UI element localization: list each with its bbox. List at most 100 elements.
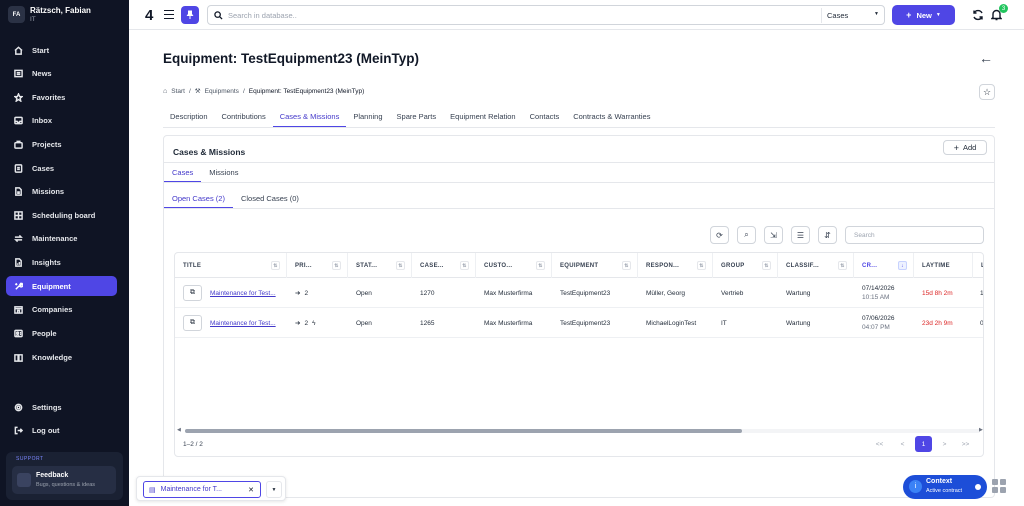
tab-cases-missions[interactable]: Cases & Missions xyxy=(272,108,347,127)
customer-value: Max Musterfirma xyxy=(484,319,533,327)
sidebar-item-people[interactable]: People xyxy=(6,323,117,343)
scroll-left-icon[interactable]: ◀ xyxy=(177,427,181,433)
sort-icon[interactable]: ⇅ xyxy=(396,261,405,270)
search-scope-select[interactable]: Cases ▼ xyxy=(821,8,884,23)
close-icon[interactable]: ✕ xyxy=(248,486,254,494)
column-header-customer[interactable]: CUSTO... ⇅ xyxy=(476,253,552,278)
sidebar-item-label: News xyxy=(32,68,52,78)
breadcrumb-start[interactable]: Start xyxy=(171,88,185,95)
apps-grid-icon[interactable] xyxy=(992,479,1006,493)
tab-open-cases[interactable]: Open Cases (2) xyxy=(164,189,233,208)
app-logo[interactable]: 4 xyxy=(145,7,153,24)
sort-icon[interactable]: ⇅ xyxy=(332,261,341,270)
column-header-laytime[interactable]: LAYTIME xyxy=(914,253,973,278)
new-button[interactable]: + New ▼ xyxy=(892,5,955,25)
grid-refresh-button[interactable]: ⟳ xyxy=(710,226,729,244)
sidebar-item-start[interactable]: Start xyxy=(6,40,117,60)
sidebar-item-scheduling-board[interactable]: Scheduling board xyxy=(6,205,117,225)
sidebar-item-inbox[interactable]: Inbox xyxy=(6,110,117,130)
column-header-title[interactable]: TITLE ⇅ xyxy=(175,253,287,278)
breadcrumb-equipments[interactable]: Equipments xyxy=(205,88,239,95)
column-header-status[interactable]: STAT... ⇅ xyxy=(348,253,412,278)
open-item-chip[interactable]: ▤ Maintenance for T... ✕ xyxy=(143,481,261,498)
column-header-more[interactable]: L xyxy=(973,253,983,278)
pager-page-1[interactable]: 1 xyxy=(915,436,932,452)
search-input[interactable]: Search in database.. xyxy=(228,11,297,20)
sort-icon[interactable]: ⇅ xyxy=(536,261,545,270)
table-row[interactable]: ⧉ Maintenance for Test... ➔ 2 Open 1270 M… xyxy=(175,278,983,308)
grid-columns-button[interactable]: ☰ xyxy=(791,226,810,244)
subtab-missions[interactable]: Missions xyxy=(201,163,246,182)
back-arrow-icon[interactable]: ← xyxy=(979,50,993,66)
wrench-icon: ⚒ xyxy=(194,88,201,95)
sidebar-item-settings[interactable]: Settings xyxy=(6,397,117,417)
tab-contracts-warranties[interactable]: Contracts & Warranties xyxy=(566,108,657,127)
case-title-link[interactable]: Maintenance for Test... xyxy=(210,290,276,297)
column-header-equipment[interactable]: EQUIPMENT ⇅ xyxy=(552,253,638,278)
sidebar-item-knowledge[interactable]: Knowledge xyxy=(6,347,117,367)
notification-badge: 3 xyxy=(999,4,1008,13)
user-profile[interactable]: FA Rätzsch, Fabian IT xyxy=(0,0,129,30)
sort-icon[interactable]: ⇅ xyxy=(622,261,631,270)
table-row[interactable]: ⧉ Maintenance for Test... ➔ 2 ϟ Open 1265 … xyxy=(175,308,983,338)
pager-next[interactable]: > xyxy=(936,436,953,452)
sidebar-item-equipment[interactable]: Equipment xyxy=(6,276,117,296)
tab-spare-parts[interactable]: Spare Parts xyxy=(390,108,444,127)
sort-icon[interactable]: ⇅ xyxy=(460,261,469,270)
sort-icon[interactable]: ⇅ xyxy=(271,261,280,270)
sort-icon[interactable]: ⇅ xyxy=(762,261,771,270)
tab-contributions[interactable]: Contributions xyxy=(215,108,273,127)
scrollbar-thumb[interactable] xyxy=(185,429,742,433)
column-header-group[interactable]: GROUP ⇅ xyxy=(713,253,778,278)
horizontal-scrollbar[interactable] xyxy=(185,429,980,433)
star-icon xyxy=(13,92,23,102)
chevron-down-icon[interactable]: ▼ xyxy=(266,481,282,498)
add-button[interactable]: + Add xyxy=(943,140,987,155)
sidebar-item-maintenance[interactable]: Maintenance xyxy=(6,228,117,248)
sidebar-item-cases[interactable]: Cases xyxy=(6,158,117,178)
grid-search-input[interactable]: Search xyxy=(845,226,984,244)
refresh-icon[interactable] xyxy=(972,9,984,21)
scroll-right-icon[interactable]: ▶ xyxy=(979,427,983,433)
context-button[interactable]: i Context Active contract xyxy=(903,475,987,499)
column-header-responsible[interactable]: RESPON... ⇅ xyxy=(638,253,713,278)
pager-last[interactable]: >> xyxy=(957,436,974,452)
pager-first[interactable]: << xyxy=(871,436,888,452)
sidebar-item-projects[interactable]: Projects xyxy=(6,134,117,154)
column-header-classification[interactable]: CLASSIF... ⇅ xyxy=(778,253,854,278)
arrow-down-icon[interactable]: ↓ xyxy=(898,261,907,270)
menu-icon[interactable] xyxy=(164,10,174,19)
tab-planning[interactable]: Planning xyxy=(346,108,389,127)
column-header-case[interactable]: CASE... ⇅ xyxy=(412,253,476,278)
tab-equipment-relation[interactable]: Equipment Relation xyxy=(443,108,522,127)
sidebar-item-missions[interactable]: Missions xyxy=(6,181,117,201)
grid-settings-button[interactable]: ⇵ xyxy=(818,226,837,244)
laytime-value: 15d 8h 2m xyxy=(922,289,953,297)
case-title-link[interactable]: Maintenance for Test... xyxy=(210,320,276,327)
avatar[interactable]: FA xyxy=(8,6,25,23)
pager-prev[interactable]: < xyxy=(894,436,911,452)
open-external-icon[interactable]: ⧉ xyxy=(183,315,202,331)
pin-button[interactable] xyxy=(181,6,199,24)
column-header-created[interactable]: CR... ↓ xyxy=(854,253,914,278)
open-external-icon[interactable]: ⧉ xyxy=(183,285,202,301)
feedback-button[interactable]: Feedback Bugs, questions & ideas xyxy=(12,466,116,494)
sidebar-item-companies[interactable]: Companies xyxy=(6,299,117,319)
tab-closed-cases[interactable]: Closed Cases (0) xyxy=(233,189,307,208)
sidebar-item-logout[interactable]: Log out xyxy=(6,420,117,440)
grid-search-button[interactable]: ⌕ xyxy=(737,226,756,244)
sidebar-item-news[interactable]: News xyxy=(6,63,117,83)
favorite-button[interactable]: ☆ xyxy=(979,84,995,100)
subtab-cases[interactable]: Cases xyxy=(164,163,202,182)
grid-export-button[interactable]: ⇲ xyxy=(764,226,783,244)
tab-description[interactable]: Description xyxy=(163,108,215,127)
user-name: Rätzsch, Fabian xyxy=(30,6,91,15)
global-search[interactable]: Search in database.. Cases ▼ xyxy=(207,5,885,25)
sidebar-item-insights[interactable]: Insights xyxy=(6,252,117,272)
sort-icon[interactable]: ⇅ xyxy=(697,261,706,270)
tab-contacts[interactable]: Contacts xyxy=(523,108,567,127)
sort-icon[interactable]: ⇅ xyxy=(838,261,847,270)
sidebar-item-favorites[interactable]: Favorites xyxy=(6,87,117,107)
column-header-priority[interactable]: PRI... ⇅ xyxy=(287,253,348,278)
export-icon: ⇲ xyxy=(770,230,777,240)
